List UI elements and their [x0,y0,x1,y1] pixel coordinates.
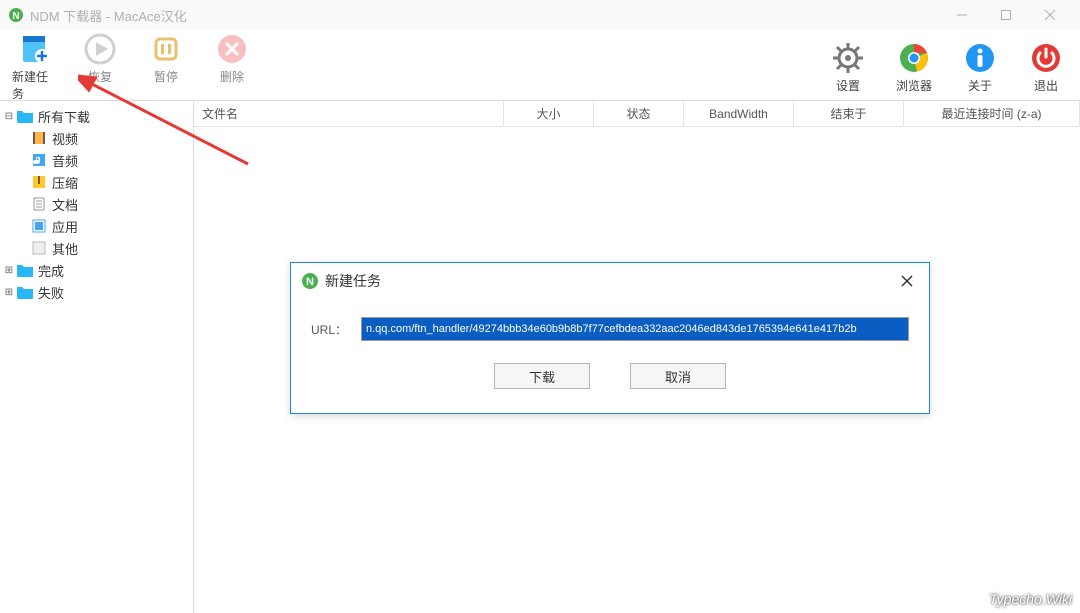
close-window-button[interactable] [1028,1,1072,29]
sidebar: ⊟ 所有下载 视频 音频 压缩 文档 应用 其他 ⊞ [0,101,194,613]
tree-failed[interactable]: ⊞ 失败 [0,281,193,303]
audio-icon [30,152,48,168]
collapse-icon[interactable]: ⊟ [2,111,16,122]
col-size[interactable]: 大小 [504,101,594,126]
cancel-button[interactable]: 取消 [630,363,726,389]
download-button[interactable]: 下载 [494,363,590,389]
about-button[interactable]: 关于 [958,41,1002,94]
dialog-app-icon: N [301,272,319,290]
url-label: URL： [311,321,361,338]
delete-icon [215,32,249,66]
folder-icon [16,284,34,300]
dialog-close-button[interactable] [895,269,919,293]
tree-other[interactable]: 其他 [0,237,193,259]
pause-button[interactable]: 暂停 [144,32,188,102]
browser-button[interactable]: 浏览器 [892,41,936,94]
col-endat[interactable]: 结束于 [794,101,904,126]
dialog-title: 新建任务 [325,271,381,291]
info-icon [963,41,997,75]
archive-icon [30,174,48,190]
col-status[interactable]: 状态 [594,101,684,126]
resume-button[interactable]: 恢复 [78,32,122,102]
tree-app[interactable]: 应用 [0,215,193,237]
delete-button[interactable]: 删除 [210,32,254,102]
expand-icon[interactable]: ⊞ [2,265,16,276]
folder-icon [16,108,34,124]
titlebar: N NDM 下载器 - MacAce汉化 [0,0,1080,30]
tree-archive[interactable]: 压缩 [0,171,193,193]
power-icon [1029,41,1063,75]
gear-icon [831,41,865,75]
svg-text:N: N [306,276,314,288]
svg-text:N: N [12,11,19,22]
table-header: 文件名 大小 状态 BandWidth 结束于 最近连接时间 (z-a) [194,101,1080,127]
window-title: NDM 下载器 - MacAce汉化 [30,6,940,25]
close-icon [900,274,914,288]
chrome-icon [897,41,931,75]
app-icon-tree [30,218,48,234]
new-task-button[interactable]: 新建任务 [12,32,56,102]
maximize-button[interactable] [984,1,1028,29]
expand-icon[interactable]: ⊞ [2,287,16,298]
toolbar: 新建任务 恢复 暂停 删除 设置 [0,30,1080,100]
new-task-dialog: N 新建任务 URL： 下载 取消 [290,262,930,414]
app-icon: N [8,7,24,23]
tree-document[interactable]: 文档 [0,193,193,215]
col-filename[interactable]: 文件名 [194,101,504,126]
document-icon [30,196,48,212]
video-icon [30,130,48,146]
tree-all-downloads[interactable]: ⊟ 所有下载 [0,105,193,127]
watermark: Typecho.Wiki [989,591,1072,607]
other-icon [30,240,48,256]
tree-audio[interactable]: 音频 [0,149,193,171]
pause-icon [149,32,183,66]
tree-done[interactable]: ⊞ 完成 [0,259,193,281]
play-icon [83,32,117,66]
col-bandwidth[interactable]: BandWidth [684,101,794,126]
tree-video[interactable]: 视频 [0,127,193,149]
new-task-icon [17,32,51,66]
folder-icon [16,262,34,278]
dialog-titlebar: N 新建任务 [291,263,929,299]
settings-button[interactable]: 设置 [826,41,870,94]
col-lastconn[interactable]: 最近连接时间 (z-a) [904,101,1080,126]
minimize-button[interactable] [940,1,984,29]
url-input[interactable] [361,317,909,341]
exit-button[interactable]: 退出 [1024,41,1068,94]
